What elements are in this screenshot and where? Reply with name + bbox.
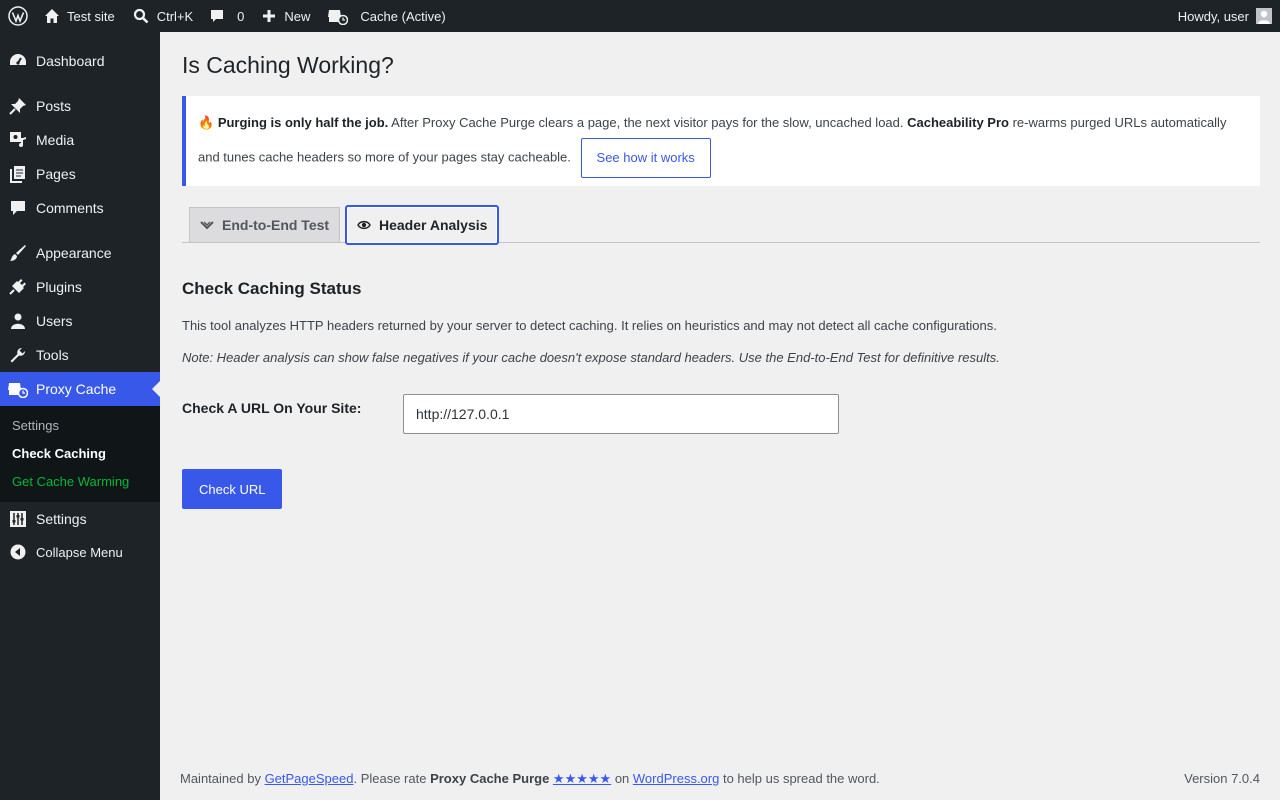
sidebar-item-label: Dashboard (36, 53, 105, 69)
collapse-label: Collapse Menu (36, 544, 123, 560)
sidebar-item-posts[interactable]: Posts (0, 89, 160, 123)
notice-product: Cacheability Pro (907, 115, 1009, 130)
sidebar-item-media[interactable]: Media (0, 123, 160, 157)
sidebar-item-plugins[interactable]: Plugins (0, 270, 160, 304)
url-input[interactable] (403, 394, 839, 434)
url-field-label: Check A URL On Your Site: (182, 400, 362, 416)
promo-notice: 🔥 Purging is only half the job. After Pr… (182, 96, 1260, 186)
sidebar-item-dashboard[interactable]: Dashboard (0, 44, 160, 78)
notice-text: After Proxy Cache Purge clears a page, t… (388, 115, 908, 130)
site-name: Test site (67, 8, 115, 24)
sidebar-item-label: Posts (36, 98, 72, 114)
home-icon (44, 8, 60, 24)
comments-count: 0 (237, 8, 245, 24)
brush-icon (0, 244, 36, 262)
sidebar-item-label: Pages (36, 166, 76, 182)
cache-status-link[interactable]: Cache (Active) (320, 0, 453, 32)
sidebar-item-appearance[interactable]: Appearance (0, 236, 160, 270)
sidebar-item-label: Tools (36, 347, 69, 363)
comment-icon (0, 199, 36, 217)
admin-footer: Maintained by GetPageSpeed. Please rate … (180, 771, 1260, 787)
proxy-cache-icon (328, 7, 349, 25)
getpagespeed-link[interactable]: GetPageSpeed (265, 771, 354, 786)
sidebar-item-users[interactable]: Users (0, 304, 160, 338)
tab-bar: End-to-End Test Header Analysis (182, 204, 1260, 245)
header-analysis-note: Note: Header analysis can show false neg… (182, 350, 1000, 365)
footer-on: on (611, 771, 633, 786)
wrench-icon (0, 346, 36, 364)
sidebar-item-label: Appearance (36, 245, 112, 261)
admin-bar: Test site Ctrl+K 0 New Cache (Active) Ho… (0, 0, 1280, 32)
my-account-link[interactable]: Howdy, user (1170, 0, 1280, 32)
wordpress-org-link[interactable]: WordPress.org (633, 771, 719, 786)
howdy-label: Howdy, user (1177, 8, 1249, 24)
sidebar-item-label: Media (36, 132, 75, 148)
tool-description: This tool analyzes HTTP headers returned… (182, 318, 997, 333)
tab-end-to-end-test[interactable]: End-to-End Test (189, 207, 341, 243)
notice-lead: Purging is only half the job. (217, 115, 389, 130)
tab-label: End-to-End Test (222, 217, 330, 233)
comment-icon (209, 8, 225, 24)
admin-sidebar: Dashboard Posts Media Pages Comments App… (0, 32, 160, 800)
footer-text: Maintained by GetPageSpeed. Please rate … (180, 771, 880, 787)
sidebar-item-label: Settings (36, 511, 87, 527)
fire-icon: 🔥 (198, 115, 215, 130)
collapse-icon (0, 544, 36, 560)
proxy-cache-icon (0, 380, 36, 398)
sidebar-item-settings[interactable]: Settings (0, 502, 160, 536)
sidebar-item-label: Plugins (36, 279, 82, 295)
comments-link[interactable]: 0 (201, 0, 252, 32)
sidebar-item-label: Users (36, 313, 73, 329)
sidebar-item-tools[interactable]: Tools (0, 338, 160, 372)
avatar (1256, 8, 1272, 24)
see-how-it-works-button[interactable]: See how it works (580, 138, 711, 178)
search-icon (133, 8, 149, 24)
sidebar-item-proxy-cache[interactable]: Proxy Cache (0, 372, 160, 406)
submenu-item-check-caching[interactable]: Check Caching (12, 446, 106, 461)
submenu-item-settings[interactable]: Settings (12, 418, 59, 433)
search-shortcut[interactable]: Ctrl+K (125, 0, 201, 32)
tab-label: Header Analysis (379, 217, 488, 233)
footer-maintained-by: Maintained by (180, 771, 265, 786)
wordpress-logo-icon[interactable] (0, 0, 36, 32)
collapse-menu-button[interactable]: Collapse Menu (0, 540, 160, 564)
submenu-item-get-cache-warming[interactable]: Get Cache Warming (12, 474, 129, 489)
section-title: Check Caching Status (182, 279, 362, 298)
chevron-down-icon (200, 219, 214, 231)
sidebar-item-label: Comments (36, 200, 104, 216)
check-url-button[interactable]: Check URL (182, 469, 283, 509)
rating-stars-link[interactable]: ★★★★★ (553, 771, 611, 786)
page-title: Is Caching Working? (182, 52, 394, 78)
eye-icon (357, 220, 371, 230)
pages-icon (0, 165, 36, 183)
version-label: Version 7.0.4 (1184, 771, 1260, 786)
settings-icon (0, 510, 36, 528)
new-content-link[interactable]: New (254, 0, 318, 32)
sidebar-item-label: Proxy Cache (36, 381, 117, 397)
current-menu-arrow (152, 381, 160, 397)
plug-icon (0, 278, 36, 296)
tab-header-analysis[interactable]: Header Analysis (345, 205, 500, 245)
search-shortcut-label: Ctrl+K (156, 8, 194, 24)
footer-rate-text: . Please rate (353, 771, 431, 786)
plus-icon (262, 9, 276, 23)
cache-status-label: Cache (Active) (360, 8, 446, 24)
sidebar-item-pages[interactable]: Pages (0, 157, 160, 191)
sidebar-item-comments[interactable]: Comments (0, 191, 160, 225)
site-name-link[interactable]: Test site (36, 0, 123, 32)
media-icon (0, 131, 36, 149)
footer-plugin-name: Proxy Cache Purge (430, 771, 550, 786)
dashboard-icon (0, 52, 36, 70)
pin-icon (0, 97, 36, 115)
footer-tail: to help us spread the word. (719, 771, 880, 786)
user-icon (0, 312, 36, 330)
new-label: New (284, 8, 311, 24)
proxy-cache-submenu: Settings Check Caching Get Cache Warming (0, 406, 160, 502)
